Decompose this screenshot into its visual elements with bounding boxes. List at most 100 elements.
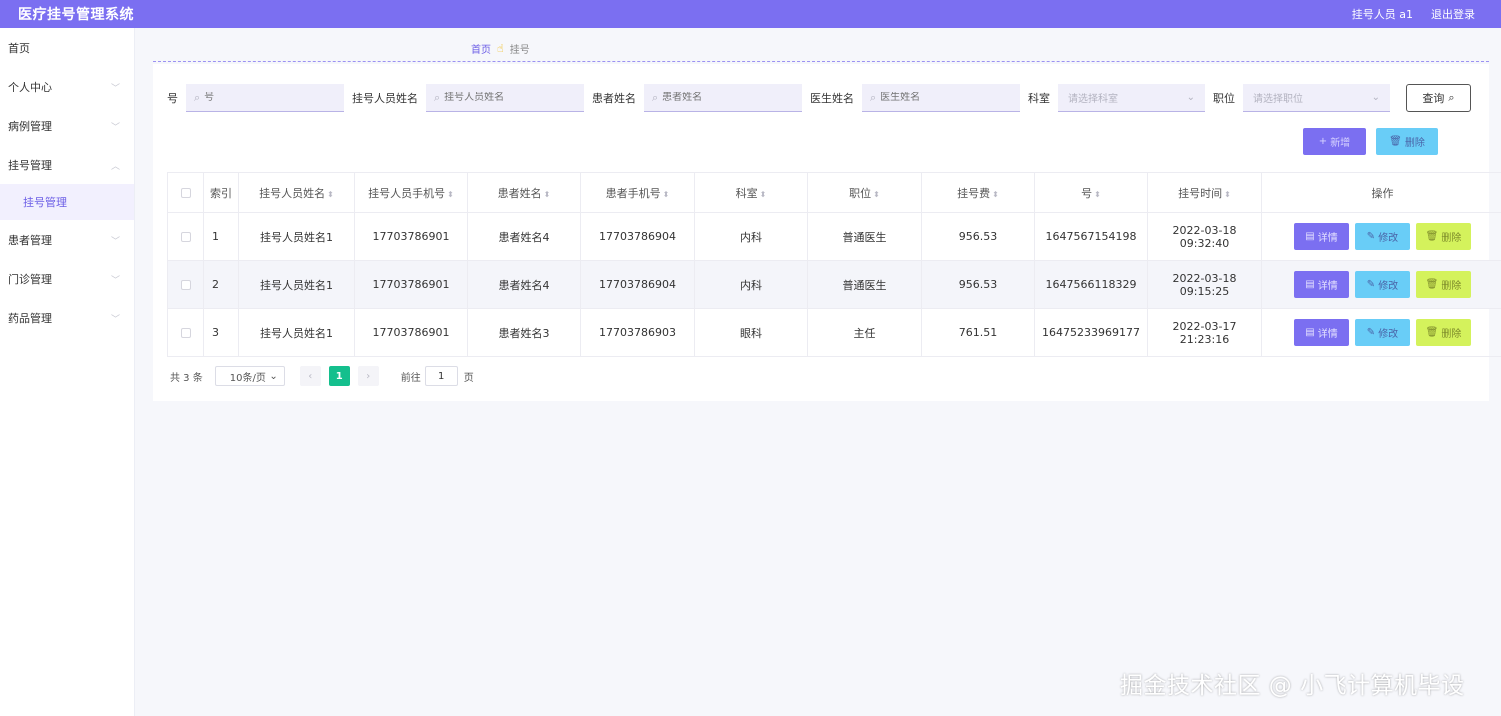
table-cell: 17703786901 [354, 308, 468, 357]
column-header[interactable]: 挂号费 ⬍ [921, 172, 1035, 213]
breadcrumb-home[interactable]: 首页 [471, 41, 491, 56]
row-checkbox[interactable] [180, 280, 191, 290]
select-all-checkbox[interactable] [180, 188, 191, 198]
prev-page-button[interactable]: ‹ [299, 366, 321, 386]
column-header[interactable]: 职位 ⬍ [807, 172, 922, 213]
column-header[interactable]: 患者姓名 ⬍ [467, 172, 581, 213]
table-cell: 主任 [807, 308, 922, 357]
next-page-button[interactable]: › [357, 366, 379, 386]
table-cell: 内科 [694, 260, 808, 309]
row-actions: ▤ 详情 ✎ 修改 🗑 删除 [1262, 223, 1501, 250]
search-icon: ⌕ [1448, 91, 1455, 104]
doctor-search-field[interactable]: ⌕ [862, 84, 1020, 112]
search-label-position: 职位 [1213, 92, 1235, 105]
delete-button[interactable]: 🗑 删除 [1416, 319, 1471, 346]
patient-search-input[interactable] [662, 92, 783, 103]
sort-icon[interactable]: ⬍ [327, 190, 334, 199]
pencil-icon: ✎ [1366, 327, 1376, 338]
table-cell: 2022-03-17 21:23:16 [1147, 308, 1262, 357]
page-size-select[interactable]: 10条/页 ⌄ [214, 366, 285, 386]
registrar-search-input[interactable] [444, 92, 565, 103]
hand-pointer-icon: ☝ [497, 42, 504, 55]
table-cell: 17703786904 [580, 260, 695, 309]
sidebar-item-registration[interactable]: 挂号管理 ︿ [0, 145, 134, 184]
delete-button[interactable]: 🗑 删除 [1416, 271, 1471, 298]
detail-button-label: 详情 [1317, 281, 1338, 292]
current-user[interactable]: 挂号人员 a1 [1352, 6, 1413, 22]
sidebar-item-outpatient[interactable]: 门诊管理 ﹀ [0, 259, 134, 298]
search-icon: ⌕ [652, 90, 659, 104]
goto-page-input[interactable]: 1 [424, 366, 458, 386]
detail-button[interactable]: ▤ 详情 [1294, 271, 1349, 298]
patient-search-field[interactable]: ⌕ [644, 84, 802, 112]
row-checkbox[interactable] [180, 232, 191, 242]
doctor-search-input[interactable] [880, 92, 1001, 103]
batch-delete-button[interactable]: 🗑 删除 [1376, 128, 1438, 155]
sidebar-item-label: 挂号管理 [8, 158, 52, 172]
position-select[interactable]: 请选择职位 ⌄ [1243, 84, 1390, 112]
chevron-down-icon: ⌄ [1371, 92, 1380, 103]
sidebar-item-label: 药品管理 [8, 311, 52, 325]
table-cell: 3 [203, 308, 239, 357]
edit-button[interactable]: ✎ 修改 [1355, 319, 1410, 346]
query-button[interactable]: 查询 ⌕ [1406, 84, 1471, 112]
table-cell: 内科 [694, 212, 808, 261]
chevron-down-icon: ﹀ [110, 237, 120, 247]
row-checkbox[interactable] [180, 328, 191, 338]
sort-icon[interactable]: ⬍ [1224, 190, 1231, 199]
detail-button[interactable]: ▤ 详情 [1294, 319, 1349, 346]
number-search-input[interactable] [204, 92, 325, 103]
sidebar-item-medicine[interactable]: 药品管理 ﹀ [0, 298, 134, 337]
document-icon: ▤ [1305, 327, 1315, 338]
edit-button-label: 修改 [1378, 281, 1399, 292]
sort-icon[interactable]: ⬍ [447, 190, 454, 199]
table-cell: 956.53 [921, 212, 1035, 261]
column-header[interactable]: 挂号人员姓名 ⬍ [238, 172, 355, 213]
sidebar-item-profile[interactable]: 个人中心 ﹀ [0, 67, 134, 106]
table-cell: 1 [203, 212, 239, 261]
chevron-down-icon: ﹀ [110, 84, 120, 94]
sort-icon[interactable]: ⬍ [544, 190, 551, 199]
number-search-field[interactable]: ⌕ [186, 84, 344, 112]
sort-icon[interactable]: ⬍ [760, 190, 767, 199]
add-button[interactable]: + 新增 [1303, 128, 1366, 155]
edit-button[interactable]: ✎ 修改 [1355, 271, 1410, 298]
edit-button[interactable]: ✎ 修改 [1355, 223, 1410, 250]
page-number-active[interactable]: 1 [328, 366, 350, 386]
table-cell: 2 [203, 260, 239, 309]
registrar-search-field[interactable]: ⌕ [426, 84, 584, 112]
chevron-down-icon: ⌄ [1186, 92, 1195, 103]
column-header[interactable]: 患者手机号 ⬍ [580, 172, 695, 213]
table-cell: 普通医生 [807, 212, 922, 261]
search-label-registrar: 挂号人员姓名 [352, 92, 418, 105]
column-header[interactable]: 挂号时间 ⬍ [1147, 172, 1262, 213]
sidebar-item-home[interactable]: 首页 [0, 28, 134, 67]
edit-button-label: 修改 [1378, 329, 1399, 340]
column-header-label: 号 [1081, 186, 1093, 200]
sort-icon[interactable]: ⬍ [1094, 190, 1101, 199]
sidebar-subitem-registration[interactable]: 挂号管理 [0, 184, 134, 220]
sort-icon[interactable]: ⬍ [663, 190, 670, 199]
sort-icon[interactable]: ⬍ [992, 190, 999, 199]
logout-link[interactable]: 退出登录 [1431, 6, 1475, 22]
sidebar-item-patients[interactable]: 患者管理 ﹀ [0, 220, 134, 259]
sort-icon[interactable]: ⬍ [873, 190, 880, 199]
department-select[interactable]: 请选择科室 ⌄ [1058, 84, 1205, 112]
column-header-label: 职位 [849, 186, 872, 200]
column-header[interactable]: 科室 ⬍ [694, 172, 808, 213]
detail-button-label: 详情 [1317, 233, 1338, 244]
delete-button[interactable]: 🗑 删除 [1416, 223, 1471, 250]
table-header-row: 索引 挂号人员姓名 ⬍ 挂号人员手机号 ⬍ 患者姓名 ⬍ 患者手机号 ⬍ 科室 ⬍ 职位 ⬍… [167, 172, 1501, 213]
table-cell: 17703786901 [354, 212, 468, 261]
department-select-placeholder: 请选择科室 [1068, 94, 1118, 105]
column-header[interactable]: 挂号人员手机号 ⬍ [354, 172, 468, 213]
table-cell: 1647566118329 [1034, 260, 1148, 309]
sidebar-item-label: 首页 [8, 41, 30, 55]
detail-button[interactable]: ▤ 详情 [1294, 223, 1349, 250]
edit-button-label: 修改 [1378, 233, 1399, 244]
column-header[interactable]: 号 ⬍ [1034, 172, 1148, 213]
row-select-cell [167, 308, 204, 357]
search-bar: 号 ⌕ 挂号人员姓名 ⌕ 患者姓名 ⌕ 医生姓名 ⌕ 科室 请选择科室 [167, 84, 1471, 112]
pencil-icon: ✎ [1366, 231, 1376, 242]
sidebar-item-cases[interactable]: 病例管理 ﹀ [0, 106, 134, 145]
